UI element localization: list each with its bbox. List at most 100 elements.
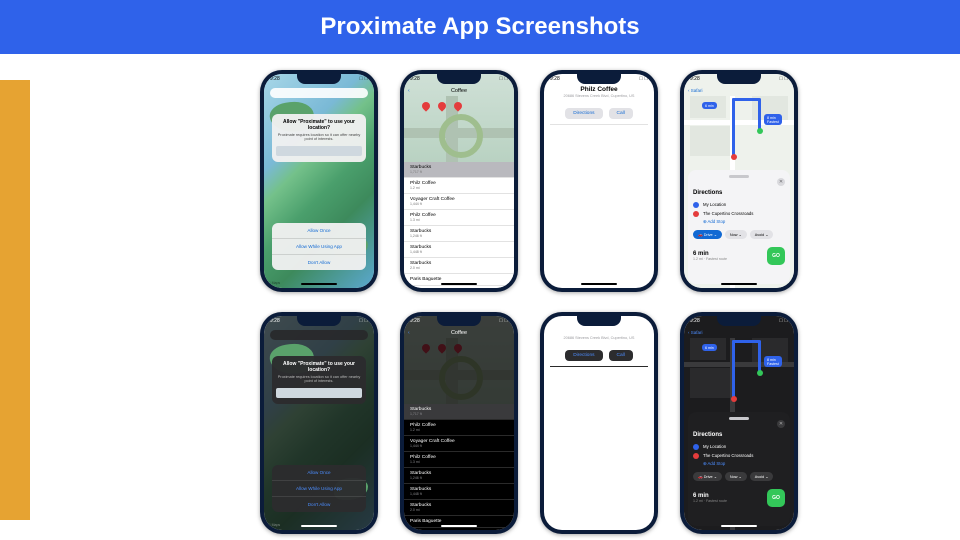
- mode-avoid[interactable]: Avoid ⌄: [750, 230, 774, 239]
- eta-detail: 1.2 mi · Fastest route: [693, 257, 727, 261]
- notch: [297, 74, 341, 84]
- result-distance: 1,246 ft: [410, 476, 508, 480]
- waypoint-from[interactable]: My Location: [693, 444, 785, 450]
- eta-detail: 1.2 mi · Fastest route: [693, 499, 727, 503]
- result-row[interactable]: Philz Coffee1.3 mi: [404, 210, 514, 226]
- action-buttons: Directions Call: [544, 108, 654, 119]
- call-button[interactable]: Call: [609, 108, 633, 119]
- alert-body: Proximate requires location so it can of…: [276, 133, 362, 142]
- allow-while-using-button[interactable]: Allow While Using App: [272, 480, 366, 496]
- route-eta-bubble: 8 min Fastest: [764, 356, 782, 367]
- route-eta-bubble: 6 min: [702, 344, 717, 351]
- search-field[interactable]: [270, 88, 368, 98]
- add-stop-button[interactable]: ⊕ Add Stop: [703, 461, 785, 467]
- title-bar: Proximate App Screenshots: [0, 0, 960, 54]
- map-block: [690, 126, 730, 156]
- route-line: [732, 98, 760, 101]
- result-row[interactable]: Starbucks1,448 ft: [404, 242, 514, 258]
- nav-title: Coffee: [404, 88, 514, 94]
- eta-row: 6 min 1.2 mi · Fastest route GO: [693, 489, 785, 507]
- row-light: 9:28􀙇 􀛨 Allow "Proximate" to use your lo…: [260, 70, 798, 292]
- result-row[interactable]: Voyager Craft Coffee1,444 ft: [404, 436, 514, 452]
- allow-once-button[interactable]: Allow Once: [272, 465, 366, 480]
- dont-allow-button[interactable]: Don't Allow: [272, 496, 366, 512]
- map-pin-icon: [420, 342, 431, 353]
- go-button[interactable]: GO: [767, 489, 785, 507]
- search-field[interactable]: [270, 330, 368, 340]
- result-row[interactable]: Philz Coffee1.2 mi: [404, 420, 514, 436]
- result-name: Paris Baguette: [410, 277, 508, 282]
- notch: [577, 316, 621, 326]
- directions-button[interactable]: Directions: [565, 108, 602, 119]
- mode-now[interactable]: Now ⌄: [725, 230, 747, 239]
- action-buttons: Directions Call: [544, 350, 654, 361]
- route-line: [758, 340, 761, 372]
- place-title: Philz Coffee: [544, 328, 654, 335]
- waypoint-from[interactable]: My Location: [693, 202, 785, 208]
- result-row[interactable]: Voyager Craft Coffee1,444 ft: [404, 194, 514, 210]
- allow-while-using-button[interactable]: Allow While Using App: [272, 238, 366, 254]
- destination-dot-icon: [693, 453, 699, 459]
- grabber[interactable]: [729, 417, 749, 420]
- waypoint-to[interactable]: The Cupertino Crossroads: [693, 211, 785, 217]
- result-distance: 1.2 mi: [410, 428, 508, 432]
- results-list[interactable]: Starbucks1,717 ftPhilz Coffee1.2 miVoyag…: [404, 404, 514, 530]
- roundabout: [439, 114, 483, 158]
- back-to-safari[interactable]: ‹ Safari: [688, 88, 703, 93]
- result-row[interactable]: Philz Coffee1.2 mi: [404, 178, 514, 194]
- card-title: Directions: [693, 432, 722, 438]
- close-card-button[interactable]: ✕: [777, 420, 785, 428]
- result-row[interactable]: Starbucks1,246 ft: [404, 468, 514, 484]
- mode-drive[interactable]: 🚗 Drive ⌄: [693, 472, 722, 481]
- separator: [550, 124, 648, 125]
- destination-pin-icon: [757, 128, 763, 134]
- back-to-safari[interactable]: ‹ Safari: [688, 330, 703, 335]
- screenshot-grid: 9:28􀙇 􀛨 Allow "Proximate" to use your lo…: [260, 70, 798, 534]
- phone-screen: 9:28􀙇 􀛨 Philz Coffee 20686 Stevens Creek…: [544, 316, 654, 530]
- alert-title: Allow "Proximate" to use your location?: [276, 120, 362, 131]
- home-indicator: [721, 525, 757, 528]
- add-stop-button[interactable]: ⊕ Add Stop: [703, 219, 785, 225]
- phone-screen: 9:28􀙇 􀛨 Allow "Proximate" to use your lo…: [264, 316, 374, 530]
- phone-frame: 9:28􀙇 􀛨 ‹ Coffee Starbucks1,717 ftPhilz …: [400, 312, 518, 534]
- route-line: [732, 98, 735, 158]
- result-row[interactable]: Philz Coffee1.3 mi: [404, 452, 514, 468]
- result-row[interactable]: Starbucks1,448 ft: [404, 484, 514, 500]
- dont-allow-button[interactable]: Don't Allow: [272, 254, 366, 270]
- card-title: Directions: [693, 190, 722, 196]
- result-row[interactable]: Starbucks1,717 ft: [404, 404, 514, 420]
- grabber[interactable]: [729, 175, 749, 178]
- notch: [437, 316, 481, 326]
- result-distance: 1,448 ft: [410, 250, 508, 254]
- result-name: Paris Baguette: [410, 519, 508, 524]
- waypoint-to[interactable]: The Cupertino Crossroads: [693, 453, 785, 459]
- result-row[interactable]: Starbucks1,717 ft: [404, 162, 514, 178]
- results-list[interactable]: Starbucks1,717 ftPhilz Coffee1.2 miVoyag…: [404, 162, 514, 288]
- detail-header: Philz Coffee 20686 Stevens Creek Blvd, C…: [544, 86, 654, 98]
- allow-once-button[interactable]: Allow Once: [272, 223, 366, 238]
- call-button[interactable]: Call: [609, 350, 633, 361]
- mode-now[interactable]: Now ⌄: [725, 472, 747, 481]
- result-distance: 1,448 ft: [410, 492, 508, 496]
- mode-drive[interactable]: 🚗 Drive ⌄: [693, 230, 722, 239]
- result-row[interactable]: Starbucks2.0 mi: [404, 500, 514, 516]
- nav-title: Coffee: [404, 330, 514, 336]
- mode-avoid[interactable]: Avoid ⌄: [750, 472, 774, 481]
- result-row[interactable]: Starbucks2.0 mi: [404, 258, 514, 274]
- route-eta-bubble: 6 min: [702, 102, 717, 109]
- directions-button[interactable]: Directions: [565, 350, 602, 361]
- home-indicator: [441, 525, 477, 528]
- phone-screen: 9:28􀙇 􀛨 Philz Coffee 20686 Stevens Creek…: [544, 74, 654, 288]
- phone-frame: 9:28􀙇 􀛨 Allow "Proximate" to use your lo…: [260, 70, 378, 292]
- close-card-button[interactable]: ✕: [777, 178, 785, 186]
- origin-pin-icon: [731, 154, 737, 160]
- notch: [297, 316, 341, 326]
- place-address: 20686 Stevens Creek Blvd, Cupertino, US: [544, 336, 654, 340]
- result-distance: 1,717 ft: [410, 412, 508, 416]
- nav-bar: ‹ Safari: [688, 327, 790, 337]
- go-button[interactable]: GO: [767, 247, 785, 265]
- home-indicator: [721, 283, 757, 286]
- result-row[interactable]: Starbucks1,246 ft: [404, 226, 514, 242]
- phone-frame: 9:28􀙇 􀛨 Philz Coffee 20686 Stevens Creek…: [540, 312, 658, 534]
- location-dot-icon: [693, 202, 699, 208]
